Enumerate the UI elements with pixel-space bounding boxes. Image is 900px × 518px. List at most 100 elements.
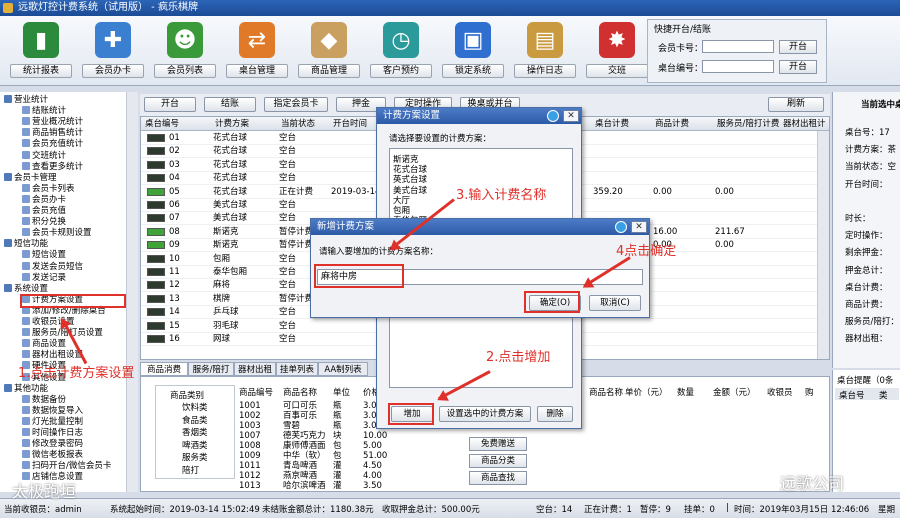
table-scrollbar[interactable]: [817, 131, 829, 359]
nav-label: 会员充值统计: [32, 139, 84, 150]
control-button[interactable]: 指定会员卡: [264, 97, 328, 112]
nav-group[interactable]: 其他功能: [4, 383, 48, 395]
column-header[interactable]: 服务员/陪打计费: [715, 117, 779, 131]
nav-item[interactable]: 修改登录密码: [22, 439, 83, 450]
nav-item[interactable]: 会员充值统计: [22, 139, 83, 150]
nav-item[interactable]: 积分兑换: [22, 217, 66, 228]
column-header[interactable]: 计费方案: [213, 117, 249, 131]
nav-group[interactable]: 短信功能: [4, 239, 48, 250]
tab-1[interactable]: 服务/陪打: [188, 362, 234, 376]
nav-label: 结账统计: [32, 106, 67, 117]
nav-item[interactable]: 会员卡规则设置: [22, 228, 92, 239]
category-root[interactable]: 商品类别: [170, 389, 204, 401]
toolbar-lock-button[interactable]: ▣ 锁定系统: [442, 20, 504, 82]
order-column-header[interactable]: 购: [805, 387, 814, 399]
add-user-icon: ✚: [95, 22, 131, 58]
goods-action-button[interactable]: 商品查找: [469, 471, 527, 485]
toolbar-tag-button[interactable]: ◆ 商品管理: [298, 20, 360, 82]
table-cell-no: 07: [169, 213, 180, 224]
toolbar-users-button[interactable]: ☻ 会员列表: [154, 20, 216, 82]
close-icon[interactable]: ✕: [563, 110, 579, 122]
order-column-header[interactable]: 收银员: [767, 387, 793, 399]
nav-label: 时间操作日志: [32, 428, 84, 438]
nav-item[interactable]: 交班统计: [22, 150, 66, 162]
product-cell: 4.50: [363, 461, 382, 471]
nav-item[interactable]: 器材出租设置: [22, 350, 83, 361]
nav-item[interactable]: 结账统计: [22, 106, 66, 117]
toolbar-bar-chart-button[interactable]: ▮ 统计报表: [10, 20, 72, 82]
watermark-right: 远歌公司: [780, 474, 845, 493]
quick-open-table-button[interactable]: 开台: [779, 60, 817, 74]
table-number-input[interactable]: [702, 60, 774, 73]
table-cell-no: 14: [169, 307, 180, 318]
status-start-time: 系统起始时间：2019-03-14 15:02:49: [110, 505, 260, 515]
order-column-header[interactable]: 商品名称: [589, 387, 623, 399]
nav-item[interactable]: 服务员/陪打员设置: [22, 328, 103, 339]
column-header[interactable]: 商品计费: [653, 117, 689, 131]
nav-item[interactable]: 营业概况统计: [22, 117, 83, 128]
product-column-header[interactable]: 单位: [333, 387, 350, 399]
card-number-input[interactable]: [702, 40, 774, 53]
goods-action-button[interactable]: 免费赠送: [469, 437, 527, 451]
nav-item[interactable]: 灯光批量控制: [22, 416, 83, 428]
product-cell: 可口可乐: [283, 401, 318, 411]
product-cell: 1013: [239, 481, 261, 491]
nav-item[interactable]: 会员办卡: [22, 194, 66, 206]
column-header[interactable]: 器材出租计: [781, 117, 826, 131]
toolbar-spark-button[interactable]: ✸ 交班: [586, 20, 648, 82]
nav-item[interactable]: 发送会员短信: [22, 261, 83, 273]
tab-4[interactable]: AA制列表: [318, 362, 368, 376]
quick-open-card-button[interactable]: 开台: [779, 40, 817, 54]
help-icon[interactable]: [615, 221, 627, 233]
category-item[interactable]: 香烟类: [182, 426, 208, 438]
nav-item[interactable]: 数据备份: [22, 394, 66, 406]
close-icon[interactable]: ✕: [631, 221, 647, 233]
tab-3[interactable]: 挂单列表: [276, 362, 318, 376]
product-column-header[interactable]: 商品名称: [283, 387, 317, 399]
nav-group[interactable]: 会员卡管理: [4, 172, 57, 184]
refresh-button[interactable]: 刷新: [768, 97, 824, 112]
order-column-header[interactable]: 数量: [677, 387, 694, 399]
order-column-header[interactable]: 单价（元）: [625, 387, 668, 399]
nav-tree-scrollbar[interactable]: [126, 92, 138, 492]
setup-plan-button[interactable]: 设置选中的计费方案: [439, 406, 531, 422]
delete-plan-button[interactable]: 删除: [537, 406, 573, 422]
column-header[interactable]: 开台时间: [331, 117, 367, 131]
tab-0[interactable]: 商品消费: [140, 362, 188, 376]
nav-item[interactable]: 商品销售统计: [22, 128, 83, 139]
product-column-header[interactable]: 商品编号: [239, 387, 273, 399]
nav-item[interactable]: 短信设置: [22, 250, 66, 261]
folder-icon: [4, 383, 12, 392]
nav-item[interactable]: 会员卡列表: [22, 183, 75, 195]
table-cell-plan: 斯诺克: [213, 240, 239, 251]
nav-item[interactable]: 商品设置: [22, 339, 66, 350]
column-header[interactable]: 桌台编号: [143, 117, 179, 131]
nav-item[interactable]: 会员充值: [22, 206, 66, 217]
toolbar-alarm-clock-button[interactable]: ◷ 客户预约: [370, 20, 432, 82]
category-item[interactable]: 啤酒类: [182, 439, 208, 451]
toolbar-add-user-button[interactable]: ✚ 会员办卡: [82, 20, 144, 82]
column-header[interactable]: 桌台计费: [593, 117, 629, 131]
goods-action-button[interactable]: 商品分类: [469, 454, 527, 468]
toolbar-swap-button[interactable]: ⇄ 桌台管理: [226, 20, 288, 82]
column-header[interactable]: 当前状态: [279, 117, 315, 131]
toolbar-clipboard-button[interactable]: ▤ 操作日志: [514, 20, 576, 82]
nav-item[interactable]: 微信老板报表: [22, 450, 83, 461]
category-item[interactable]: 食品类: [182, 414, 208, 426]
nav-item[interactable]: 查看更多统计: [22, 161, 83, 173]
nav-item[interactable]: 发送记录: [22, 272, 66, 284]
nav-group[interactable]: 营业统计: [4, 95, 48, 106]
control-button[interactable]: 结账: [204, 97, 256, 112]
nav-item[interactable]: 扫码开台/微信会员卡: [22, 461, 111, 472]
category-item[interactable]: 饮料类: [182, 401, 208, 413]
cancel-button[interactable]: 取消(C): [589, 295, 641, 311]
highlight-ok-button: [524, 291, 580, 313]
tab-2[interactable]: 器材出租: [234, 362, 276, 376]
category-item[interactable]: 服务类: [182, 451, 208, 463]
help-icon[interactable]: [547, 110, 559, 122]
order-column-header[interactable]: 金额（元）: [713, 387, 756, 399]
category-item[interactable]: 陪打: [182, 464, 199, 476]
nav-item[interactable]: 时间操作日志: [22, 428, 83, 439]
control-button[interactable]: 开台: [144, 97, 196, 112]
nav-item[interactable]: 数据恢复导入: [22, 405, 83, 417]
